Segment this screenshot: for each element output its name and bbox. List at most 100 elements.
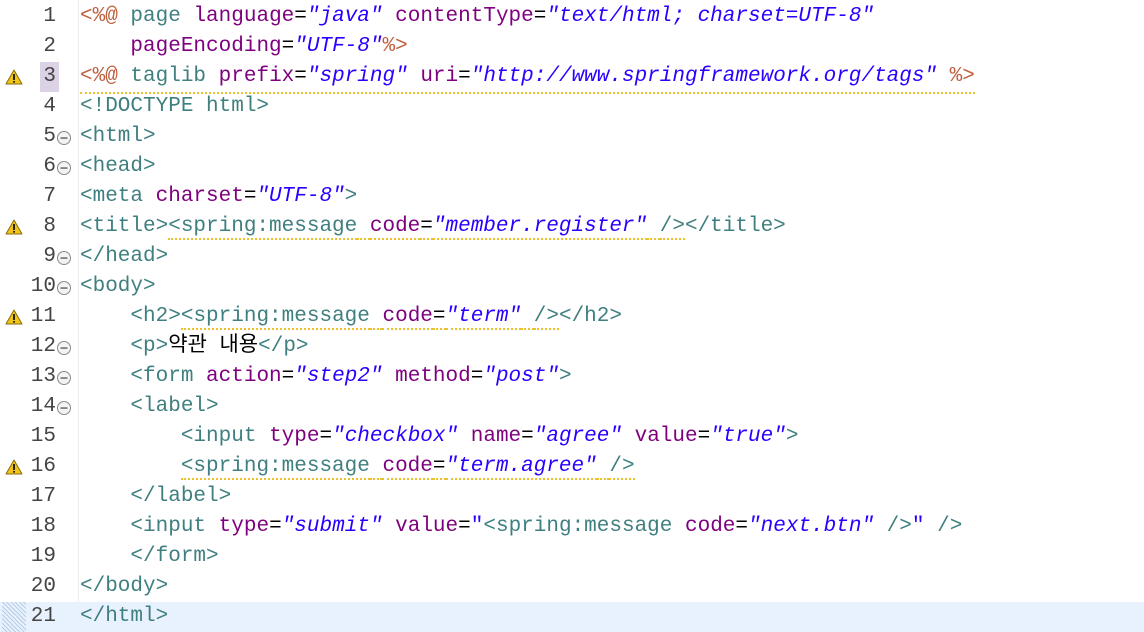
warning-icon[interactable] (5, 309, 23, 325)
code-line[interactable]: 11 <h2><spring:message code="term" /></h… (0, 302, 1144, 332)
line-gutter: 8 (0, 212, 78, 242)
token-jsp: %> (949, 65, 975, 88)
code-text[interactable]: <%@ page language="java" contentType="te… (80, 2, 874, 32)
code-line[interactable]: 15 <input type="checkbox" name="agree" v… (0, 422, 1144, 452)
line-number: 7 (43, 185, 56, 208)
token-tag: <input (180, 425, 257, 448)
line-gutter: 19 (0, 542, 78, 572)
code-text[interactable]: <title><spring:message code="member.regi… (80, 212, 786, 242)
token-value: "agree" (533, 425, 622, 448)
fold-collapse-icon[interactable] (56, 370, 72, 386)
code-line[interactable]: 9 </head> (0, 242, 1144, 272)
warning-icon[interactable] (5, 459, 23, 475)
code-line[interactable]: 1 <%@ page language="java" contentType="t… (0, 2, 1144, 32)
fold-collapse-icon[interactable] (56, 400, 72, 416)
line-number: 4 (43, 95, 56, 118)
code-text[interactable]: <html> (80, 122, 156, 152)
line-gutter: 15 (0, 422, 78, 452)
code-line[interactable]: 8 <title><spring:message code="member.reg… (0, 212, 1144, 242)
token-attr: code (382, 305, 433, 330)
code-line[interactable]: 19 </form> (0, 542, 1144, 572)
code-text[interactable]: <head> (80, 152, 156, 182)
line-number: 15 (30, 425, 56, 448)
code-line[interactable]: 16 <spring:message code="term.agree" /> (0, 452, 1144, 482)
token-text (521, 305, 534, 330)
warning-icon[interactable] (5, 69, 23, 85)
line-number: 5 (43, 125, 56, 148)
token-text: = (269, 515, 282, 538)
token-text: = (432, 305, 446, 330)
code-text[interactable]: </head> (80, 242, 168, 272)
code-line[interactable]: 2 pageEncoding="UTF-8"%> (0, 32, 1144, 62)
code-line[interactable]: 18 <input type="submit" value="<spring:m… (0, 512, 1144, 542)
token-text: = (319, 425, 333, 448)
code-text[interactable]: <%@ taglib prefix="spring" uri="http://w… (80, 62, 975, 94)
code-text[interactable]: </body> (80, 572, 168, 602)
code-line[interactable]: 21 </html> (0, 602, 1144, 632)
code-line[interactable]: 20 </body> (0, 572, 1144, 602)
token-tag: </html> (80, 605, 169, 628)
fold-collapse-icon[interactable] (56, 280, 72, 296)
code-text[interactable]: pageEncoding="UTF-8"%> (80, 32, 407, 62)
token-attr: method (395, 365, 471, 388)
code-line[interactable]: 5 <html> (0, 122, 1144, 152)
token-value: "spring" (306, 65, 408, 88)
code-line[interactable]: 7 <meta charset="UTF-8"> (0, 182, 1144, 212)
code-text[interactable]: <form action="step2" method="post"> (80, 362, 571, 392)
fold-collapse-icon[interactable] (56, 340, 72, 356)
code-line[interactable]: 13 <form action="step2" method="post"> (0, 362, 1144, 392)
code-line[interactable]: 6 <head> (0, 152, 1144, 182)
token-value: "http://www.springframework.org/tags" (470, 65, 938, 88)
code-line[interactable]: 14 <label> (0, 392, 1144, 422)
fold-collapse-icon[interactable] (56, 130, 72, 146)
code-text[interactable]: <!DOCTYPE html> (80, 92, 269, 122)
token-tag: <title> (80, 215, 169, 238)
token-attr: code (685, 515, 736, 538)
token-text: = (521, 425, 534, 448)
code-text[interactable]: <body> (80, 272, 156, 302)
code-text[interactable]: <spring:message code="term.agree" /> (80, 452, 635, 482)
token-attr: charset (155, 185, 244, 208)
fold-collapse-icon[interactable] (56, 160, 72, 176)
code-text[interactable]: <meta charset="UTF-8"> (80, 182, 357, 212)
token-tag: <spring:message (180, 455, 370, 480)
code-text[interactable]: <h2><spring:message code="term" /></h2> (80, 302, 622, 332)
code-editor[interactable]: 1 <%@ page language="java" contentType="t… (0, 0, 1144, 632)
token-attr: value (634, 425, 698, 448)
line-gutter: 3 (0, 62, 78, 92)
code-line[interactable]: 4 <!DOCTYPE html> (0, 92, 1144, 122)
code-line[interactable]: 17 </label> (0, 482, 1144, 512)
token-text: = (735, 515, 749, 538)
code-text[interactable]: </form> (80, 542, 219, 572)
fold-collapse-icon[interactable] (56, 250, 72, 266)
token-value: "UTF-8" (256, 185, 345, 208)
code-text[interactable]: <p>약관 내용</p> (80, 332, 308, 362)
warning-icon[interactable] (5, 219, 23, 235)
code-text[interactable]: </label> (80, 482, 231, 512)
code-text[interactable]: <label> (80, 392, 218, 422)
line-gutter: 11 (0, 302, 78, 332)
line-number: 21 (30, 605, 56, 628)
token-tag: <h2> (130, 305, 181, 328)
code-text[interactable]: <input type="submit" value="<spring:mess… (80, 512, 962, 542)
code-line[interactable]: 10 <body> (0, 272, 1144, 302)
token-tag: </form> (130, 545, 219, 568)
token-text (647, 215, 660, 240)
code-line[interactable]: 12 <p>약관 내용</p> (0, 332, 1144, 362)
token-tag: /> (533, 305, 559, 330)
code-line[interactable]: 3 <%@ taglib prefix="spring" uri="http://… (0, 62, 1144, 94)
code-text[interactable]: </html> (80, 602, 168, 632)
line-number: 12 (30, 335, 56, 358)
token-text: = (432, 455, 446, 480)
code-text[interactable]: <input type="checkbox" name="agree" valu… (80, 422, 799, 452)
line-gutter: 12 (0, 332, 78, 362)
